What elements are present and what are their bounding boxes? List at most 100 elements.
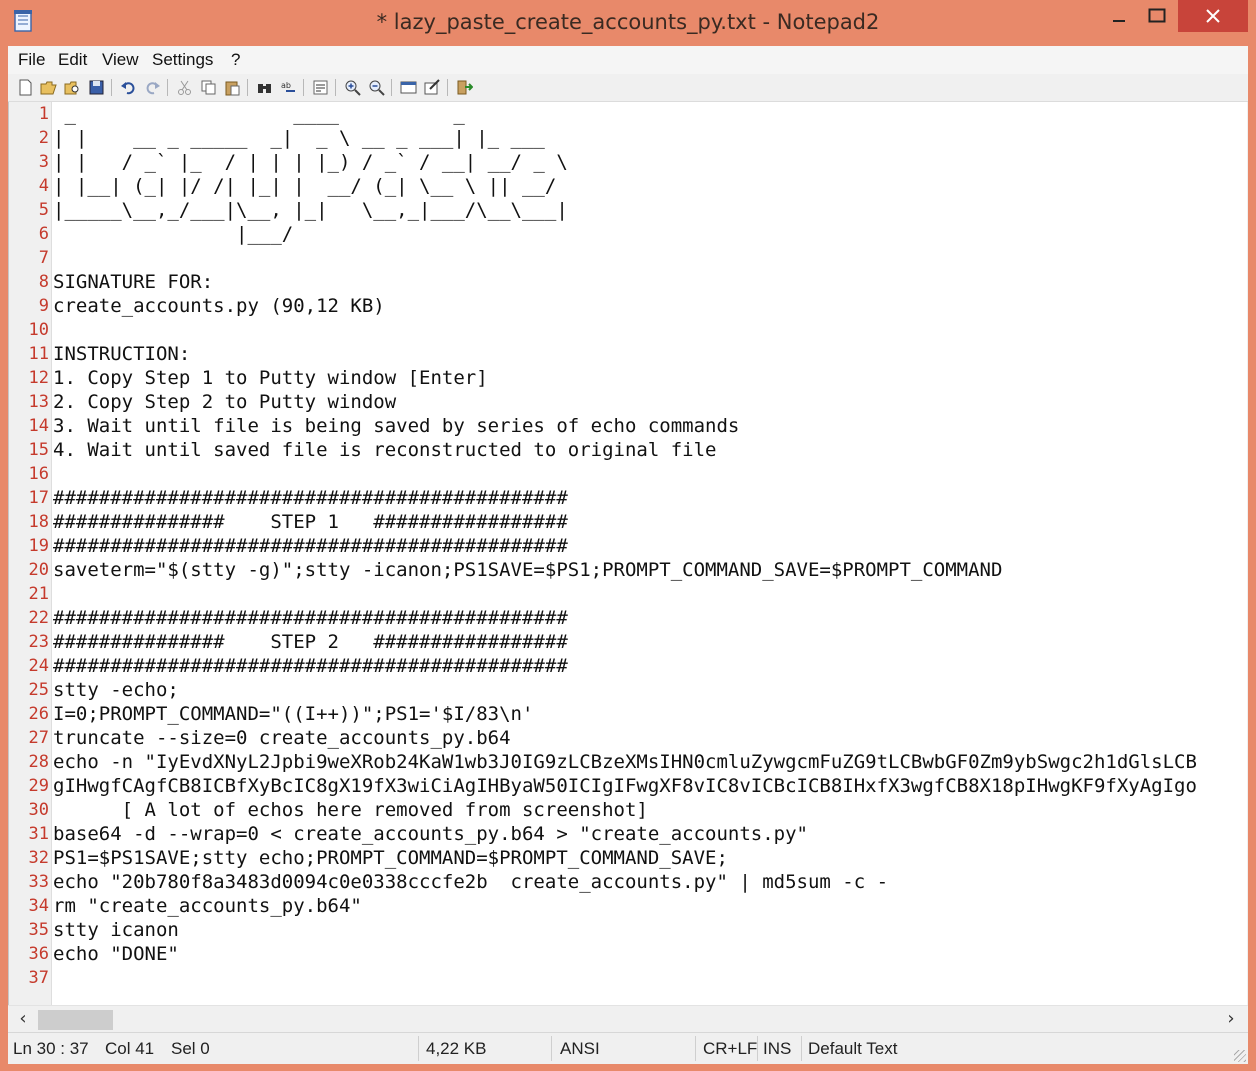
status-separator bbox=[757, 1036, 758, 1061]
code-line: rm "create_accounts_py.b64" bbox=[53, 895, 362, 917]
line-number: 11 bbox=[28, 344, 49, 364]
line-number: 32 bbox=[28, 848, 49, 868]
toolbar-separator bbox=[303, 79, 304, 96]
toolbar-separator bbox=[391, 79, 392, 96]
status-separator bbox=[695, 1036, 696, 1061]
redo-icon[interactable] bbox=[144, 79, 161, 96]
code-line: create_accounts.py (90,12 KB) bbox=[53, 295, 385, 317]
toolbar-separator bbox=[335, 79, 336, 96]
code-line: ########################################… bbox=[53, 487, 568, 509]
line-number: 8 bbox=[38, 272, 49, 292]
code-line: SIGNATURE FOR: bbox=[53, 271, 214, 293]
line-number: 28 bbox=[28, 752, 49, 772]
code-line: ########################################… bbox=[53, 535, 568, 557]
code-line: stty -echo; bbox=[53, 679, 179, 701]
minimize-icon bbox=[1113, 20, 1125, 22]
toolbar-separator bbox=[111, 79, 112, 96]
status-separator bbox=[551, 1036, 552, 1061]
line-number: 12 bbox=[28, 368, 49, 388]
replace-icon[interactable]: ab bbox=[280, 79, 297, 96]
code-line: 3. Wait until file is being saved by ser… bbox=[53, 415, 740, 437]
close-button[interactable] bbox=[1178, 0, 1248, 32]
save-icon[interactable] bbox=[88, 79, 105, 96]
scroll-left-icon[interactable]: ‹ bbox=[14, 1009, 32, 1029]
code-line: _ ____ _ bbox=[53, 103, 465, 125]
customize-icon[interactable] bbox=[424, 79, 441, 96]
svg-text:ab: ab bbox=[281, 81, 291, 90]
menu-file[interactable]: File bbox=[18, 50, 45, 70]
copy-icon[interactable] bbox=[200, 79, 217, 96]
code-line: ############### STEP 2 ################# bbox=[53, 631, 568, 653]
code-line: ########################################… bbox=[53, 607, 568, 629]
maximize-icon bbox=[1148, 8, 1166, 23]
word-wrap-icon[interactable] bbox=[312, 79, 329, 96]
notepad2-window: * lazy_paste_create_accounts_py.txt - No… bbox=[0, 0, 1256, 1071]
line-number-gutter: 1 2 3 4 5 6 7 8 9 10 11 12 13 14 15 16 17 18 19 20 21 22 23 24 2… bbox=[9, 102, 52, 1005]
menu-settings[interactable]: Settings bbox=[152, 50, 213, 70]
line-number: 36 bbox=[28, 944, 49, 964]
line-number: 1 bbox=[38, 104, 49, 124]
menu-help[interactable]: ? bbox=[231, 50, 240, 70]
line-number: 31 bbox=[28, 824, 49, 844]
menu-edit[interactable]: Edit bbox=[58, 50, 87, 70]
line-number: 35 bbox=[28, 920, 49, 940]
status-separator bbox=[801, 1036, 802, 1061]
line-number: 5 bbox=[38, 200, 49, 220]
line-number: 27 bbox=[28, 728, 49, 748]
line-number: 7 bbox=[38, 248, 49, 268]
toolbar: ab bbox=[8, 74, 1248, 102]
horizontal-scrollbar[interactable]: ‹ › bbox=[8, 1005, 1248, 1032]
text-editor[interactable]: 1 2 3 4 5 6 7 8 9 10 11 12 13 14 15 16 17 18 19 20 21 22 23 24 2… bbox=[8, 102, 1247, 1005]
paste-icon[interactable] bbox=[224, 79, 241, 96]
find-icon[interactable] bbox=[256, 79, 273, 96]
line-number: 19 bbox=[28, 536, 49, 556]
code-line: ############### STEP 1 ################# bbox=[53, 511, 568, 533]
line-number: 30 bbox=[28, 800, 49, 820]
code-line: gIHwgfCAgfCB8ICBfXyBcIC8gX19fX3wiCiAgIHB… bbox=[53, 775, 1197, 797]
status-selection: Sel 0 bbox=[171, 1039, 210, 1058]
code-line: | | __ _ _____ _| _ \ __ _ ___| |_ ___ bbox=[53, 127, 545, 149]
browse-icon[interactable] bbox=[64, 79, 81, 96]
zoom-in-icon[interactable] bbox=[344, 79, 361, 96]
scheme-icon[interactable] bbox=[400, 79, 417, 96]
status-insert-mode: INS bbox=[763, 1039, 792, 1058]
status-encoding[interactable]: ANSI bbox=[560, 1039, 600, 1059]
code-line: INSTRUCTION: bbox=[53, 343, 191, 365]
undo-icon[interactable] bbox=[120, 79, 137, 96]
line-number: 22 bbox=[28, 608, 49, 628]
line-number: 33 bbox=[28, 872, 49, 892]
code-line: truncate --size=0 create_accounts_py.b64 bbox=[53, 727, 511, 749]
status-scheme[interactable]: Default Text bbox=[808, 1039, 897, 1059]
title-bar[interactable]: * lazy_paste_create_accounts_py.txt - No… bbox=[0, 0, 1256, 46]
code-line: saveterm="$(stty -g)";stty -icanon;PS1SA… bbox=[53, 559, 1003, 581]
open-icon[interactable] bbox=[40, 79, 57, 96]
status-file-size: 4,22 KB bbox=[426, 1039, 487, 1058]
client-area: File Edit View Settings ? ab 1 2 3 4 5 6… bbox=[8, 46, 1248, 1064]
window-title: * lazy_paste_create_accounts_py.txt - No… bbox=[376, 10, 880, 34]
zoom-out-icon[interactable] bbox=[368, 79, 385, 96]
status-line-endings[interactable]: CR+LF bbox=[703, 1039, 757, 1059]
line-number: 9 bbox=[38, 296, 49, 316]
exit-icon[interactable] bbox=[456, 79, 473, 96]
code-line: echo "20b780f8a3483d0094c0e0338cccfe2b c… bbox=[53, 871, 889, 893]
scroll-right-icon[interactable]: › bbox=[1222, 1009, 1240, 1029]
code-line: [ A lot of echos here removed from scree… bbox=[53, 799, 648, 821]
status-separator bbox=[418, 1036, 419, 1061]
code-line: |_____\__,_/___|\__, |_| \__,_|___/\__\_… bbox=[53, 199, 568, 221]
menu-view[interactable]: View bbox=[102, 50, 139, 70]
code-line: ########################################… bbox=[53, 655, 568, 677]
new-icon[interactable] bbox=[17, 79, 34, 96]
line-number: 29 bbox=[28, 776, 49, 796]
resize-grip-icon[interactable] bbox=[1234, 1050, 1246, 1062]
scrollbar-thumb[interactable] bbox=[38, 1010, 113, 1030]
line-number: 13 bbox=[28, 392, 49, 412]
code-line: | | / _` |_ / | | | |_) / _` / __| __/ _… bbox=[53, 151, 568, 173]
line-number: 6 bbox=[38, 224, 49, 244]
maximize-button[interactable] bbox=[1134, 0, 1180, 32]
line-number: 18 bbox=[28, 512, 49, 532]
cut-icon[interactable] bbox=[176, 79, 193, 96]
line-number: 4 bbox=[38, 176, 49, 196]
line-number: 3 bbox=[38, 152, 49, 172]
line-number: 25 bbox=[28, 680, 49, 700]
line-number: 37 bbox=[28, 968, 49, 988]
